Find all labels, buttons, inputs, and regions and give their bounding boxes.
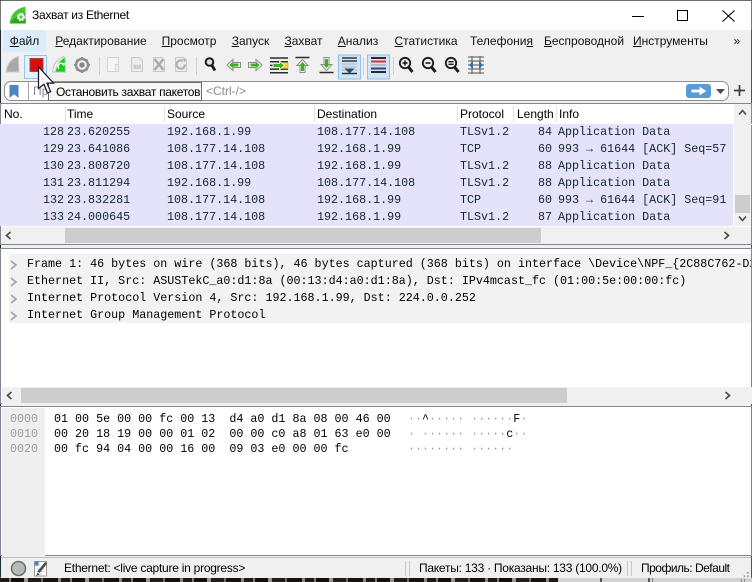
svg-text:010: 010 [134,65,142,70]
